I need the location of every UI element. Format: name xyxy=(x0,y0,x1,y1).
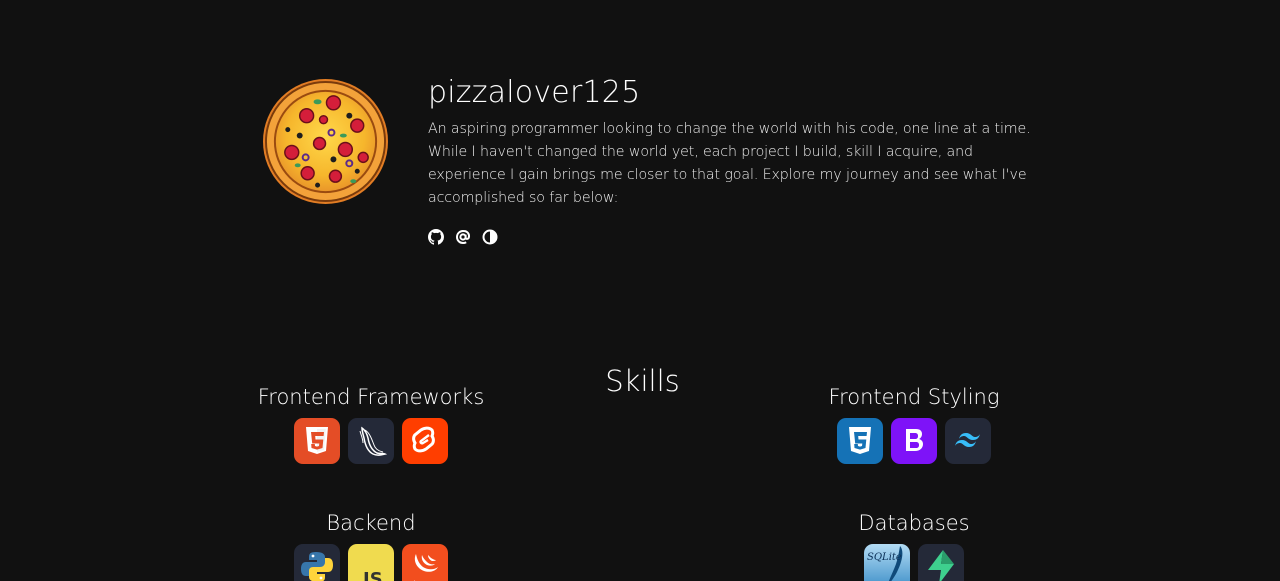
skills-heading: Skills xyxy=(605,364,680,399)
group-title: Frontend Styling xyxy=(828,385,1000,409)
frontend-styling-group: Frontend Styling xyxy=(764,383,1064,464)
username-heading: pizzalover125 xyxy=(428,75,641,110)
bio-text: An aspiring programmer looking to change… xyxy=(428,121,1031,206)
profile-section: pizzalover125 An aspiring programmer loo… xyxy=(428,74,1038,245)
jquery-icon[interactable]: jQuery xyxy=(402,544,448,581)
javascript-icon-label: JS xyxy=(361,569,383,581)
backend-group: Backend JS jQuery xyxy=(221,509,521,581)
svelte-icon[interactable] xyxy=(402,418,448,464)
icon-row: SQLite xyxy=(764,544,1064,581)
html5-icon[interactable] xyxy=(294,418,340,464)
flask-icon[interactable] xyxy=(348,418,394,464)
databases-group: Databases SQLite xyxy=(764,509,1064,581)
python-icon[interactable] xyxy=(294,544,340,581)
icon-row xyxy=(221,418,521,464)
portfolio-page: pizzalover125 An aspiring programmer loo… xyxy=(0,0,1280,581)
supabase-icon[interactable] xyxy=(918,544,964,581)
social-links xyxy=(428,229,1038,245)
group-title: Frontend Frameworks xyxy=(257,385,485,409)
at-icon[interactable] xyxy=(455,229,471,245)
icon-row: JS jQuery xyxy=(221,544,521,581)
frontend-frameworks-group: Frontend Frameworks xyxy=(221,383,521,464)
contrast-icon[interactable] xyxy=(482,229,498,245)
github-icon[interactable] xyxy=(428,229,444,245)
sqlite-icon-label: SQLite xyxy=(867,552,902,563)
icon-row xyxy=(764,418,1064,464)
sqlite-icon[interactable]: SQLite xyxy=(864,544,910,581)
tailwind-icon[interactable] xyxy=(945,418,991,464)
bootstrap-icon[interactable] xyxy=(891,418,937,464)
pizza-icon xyxy=(262,78,389,205)
group-title: Backend xyxy=(326,511,416,535)
group-title: Databases xyxy=(858,511,970,535)
css3-icon[interactable] xyxy=(837,418,883,464)
javascript-icon[interactable]: JS xyxy=(348,544,394,581)
